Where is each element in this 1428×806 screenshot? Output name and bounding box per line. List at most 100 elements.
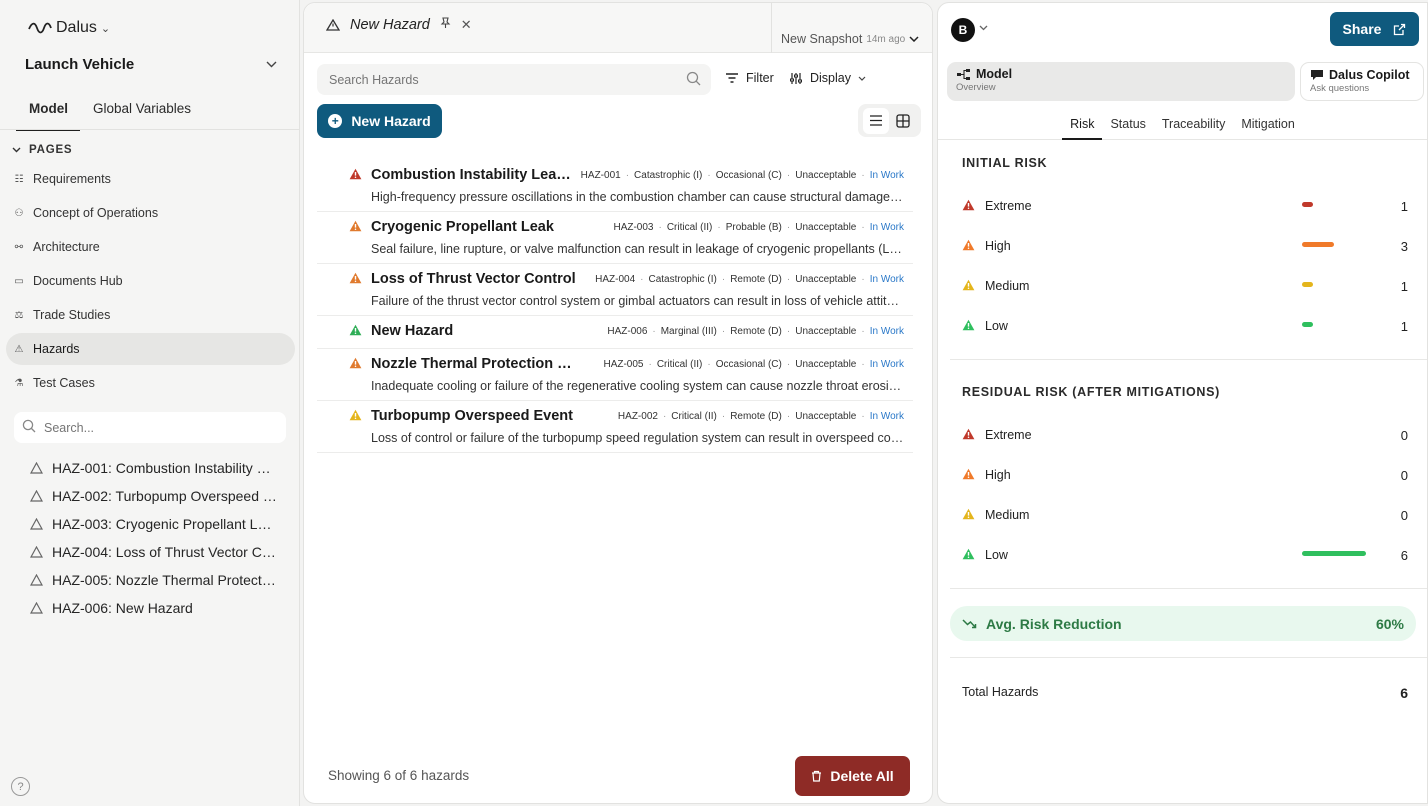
display-button[interactable]: Display: [789, 71, 866, 85]
divider: [950, 359, 1427, 360]
chevron-down-icon: [12, 147, 21, 153]
hazard-acceptability: Unacceptable: [795, 325, 857, 337]
help-icon[interactable]: ?: [11, 777, 30, 796]
pages-heading: PAGES: [29, 144, 73, 156]
hazard-row[interactable]: Combustion Instability Leading to Struct…: [317, 160, 913, 212]
snapshot-selector[interactable]: New Snapshot 14m ago: [781, 32, 919, 46]
hazard-meta: HAZ-001 · Catastrophic (I) · Occasional (C) ·…: [580, 169, 904, 181]
project-selector[interactable]: Launch Vehicle: [25, 56, 277, 73]
sidebar-item-documents-hub[interactable]: ▭ Documents Hub: [6, 265, 295, 297]
hazard-row[interactable]: Nozzle Thermal Protection Failure HAZ-005…: [317, 349, 913, 401]
tab-risk[interactable]: Risk: [1062, 111, 1103, 140]
hazard-severity: Marginal (III): [660, 325, 717, 337]
sidebar-item-architecture[interactable]: ⚯ Architecture: [6, 231, 295, 263]
hazard-row[interactable]: Loss of Thrust Vector Control HAZ-004 · Cat…: [317, 264, 913, 316]
hazard-id: HAZ-002: [617, 410, 658, 422]
hazard-tree-item[interactable]: HAZ-005: Nozzle Thermal Protection Failu…: [30, 566, 280, 594]
brand-menu[interactable]: Dalus ⌄: [28, 19, 110, 37]
model-mode-button[interactable]: Model Overview: [947, 62, 1295, 101]
divider: [771, 3, 772, 53]
warning-icon: ⚠: [14, 343, 24, 355]
risk-row-medium: Medium 1: [962, 276, 1408, 296]
tab-status[interactable]: Status: [1102, 111, 1153, 140]
chevron-down-icon: ⌄: [100, 22, 111, 35]
warning-icon: [349, 272, 362, 287]
copilot-mode-button[interactable]: Dalus Copilot Ask questions: [1300, 62, 1424, 101]
initial-risk-heading: INITIAL RISK: [962, 156, 1048, 170]
status-badge: In Work: [869, 410, 904, 422]
hazard-id: HAZ-003: [613, 221, 654, 233]
warning-icon: [30, 462, 43, 474]
sidebar-search: [14, 412, 286, 443]
hazard-tree-item[interactable]: HAZ-002: Turbopump Overspeed Event: [30, 482, 280, 510]
hazard-tree-item[interactable]: HAZ-004: Loss of Thrust Vector Control: [30, 538, 280, 566]
hazard-title: Cryogenic Propellant Leak: [371, 219, 554, 235]
tab-model[interactable]: Model: [16, 96, 80, 131]
hazard-id: HAZ-006: [607, 325, 648, 337]
residual-risk-heading: RESIDUAL RISK (AFTER MITIGATIONS): [962, 385, 1221, 399]
risk-label: Extreme: [985, 199, 1032, 213]
avatar[interactable]: B: [951, 18, 975, 42]
sidebar-item-concept-of-operations[interactable]: ⚇ Concept of Operations: [6, 197, 295, 229]
pages-section-toggle[interactable]: PAGES: [12, 144, 72, 156]
sidebar-item-label: Architecture: [33, 240, 100, 254]
hazard-row[interactable]: New Hazard HAZ-006 · Marginal (III) · Remote …: [317, 316, 913, 349]
hazard-tree-item[interactable]: HAZ-001: Combustion Instability Leading …: [30, 454, 280, 482]
hazard-meta: HAZ-006 · Marginal (III) · Remote (D) · Unacce…: [607, 325, 904, 337]
warning-icon: [30, 602, 43, 614]
new-hazard-button[interactable]: + New Hazard: [317, 104, 442, 138]
share-button[interactable]: Share: [1330, 12, 1419, 46]
risk-count: 1: [1400, 278, 1408, 294]
sidebar-item-test-cases[interactable]: ⚗ Test Cases: [6, 367, 295, 399]
delete-all-button[interactable]: Delete All: [795, 756, 910, 796]
risk-label: Medium: [985, 508, 1030, 522]
hazard-row[interactable]: Turbopump Overspeed Event HAZ-002 · Critica…: [317, 401, 913, 453]
warning-icon: [962, 548, 975, 563]
document-tab[interactable]: New Hazard ✕: [326, 17, 472, 33]
risk-row-low: Low 6: [962, 545, 1408, 565]
sidebar-tabs: Model Global Variables: [16, 96, 203, 131]
hazard-tree-item[interactable]: HAZ-003: Cryogenic Propellant Leak: [30, 510, 280, 538]
sidebar-item-label: Trade Studies: [33, 308, 111, 322]
tab-traceability[interactable]: Traceability: [1154, 111, 1233, 140]
search-icon: [686, 71, 701, 89]
risk-row-high: High 0: [962, 465, 1408, 485]
sidebar-item-label: Requirements: [33, 172, 111, 186]
tab-global-variables[interactable]: Global Variables: [80, 96, 203, 131]
sidebar-search-input[interactable]: [44, 420, 264, 435]
hazard-acceptability: Unacceptable: [795, 273, 857, 285]
list-view-icon[interactable]: [862, 107, 889, 134]
hazard-likelihood: Remote (D): [730, 325, 782, 337]
hierarchy-icon: [957, 68, 970, 80]
hazard-severity: Critical (II): [666, 221, 713, 233]
filter-button[interactable]: Filter: [725, 71, 774, 85]
risk-bar: [1302, 551, 1366, 556]
sidebar-item-trade-studies[interactable]: ⚖ Trade Studies: [6, 299, 295, 331]
sliders-icon: [790, 72, 802, 84]
risk-row-extreme: Extreme 1: [962, 196, 1408, 216]
hazard-id: HAZ-001: [580, 169, 621, 181]
close-icon[interactable]: ✕: [461, 17, 472, 33]
status-badge: In Work: [869, 358, 904, 370]
hazard-meta: HAZ-004 · Catastrophic (I) · Remote (D) · Unac…: [595, 273, 904, 285]
sidebar: Dalus ⌄ Launch Vehicle Model Global Vari…: [0, 0, 300, 806]
sidebar-item-label: Test Cases: [33, 376, 95, 390]
hazard-row[interactable]: Cryogenic Propellant Leak HAZ-003 · Critica…: [317, 212, 913, 264]
dalus-logo-icon: [28, 21, 52, 35]
warning-icon: [962, 428, 975, 443]
grid-view-icon[interactable]: [890, 108, 916, 134]
hazard-tree-item[interactable]: HAZ-006: New Hazard: [30, 594, 280, 622]
hazard-likelihood: Occasional (C): [715, 169, 782, 181]
chevron-down-icon[interactable]: [979, 23, 988, 34]
hazard-severity: Critical (II): [656, 358, 703, 370]
divider: [950, 657, 1427, 658]
hazard-search-input[interactable]: [329, 72, 659, 87]
sidebar-item-hazards[interactable]: ⚠ Hazards: [6, 333, 295, 365]
pin-icon[interactable]: [440, 17, 451, 33]
hazard-description: Inadequate cooling or failure of the reg…: [371, 379, 904, 393]
risk-count: 0: [1400, 507, 1408, 523]
tab-mitigation[interactable]: Mitigation: [1233, 111, 1303, 140]
trending-down-icon: [962, 618, 977, 628]
sidebar-item-requirements[interactable]: ☷ Requirements: [6, 163, 295, 195]
view-toggle: [858, 104, 921, 137]
